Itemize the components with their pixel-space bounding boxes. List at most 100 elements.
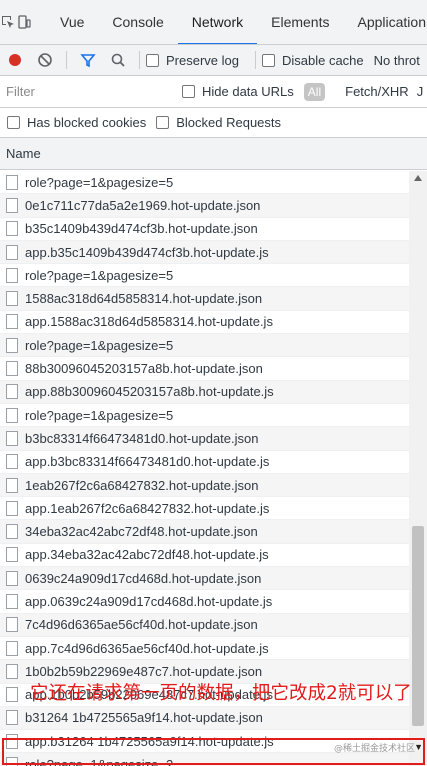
file-icon — [6, 663, 18, 679]
request-name: role?page=1&pagesize=5 — [25, 407, 174, 423]
has-blocked-cookies-checkbox[interactable]: Has blocked cookies — [7, 115, 146, 130]
watermark: @稀土掘金技术社区 — [333, 744, 415, 754]
filter-input[interactable] — [4, 80, 182, 103]
request-row[interactable]: app.88b30096045203157a8b.hot-update.js — [0, 380, 409, 404]
checkbox-box[interactable] — [156, 116, 170, 129]
request-list: role?page=1&pagesize=5 0e1c711c77da5a2e19… — [0, 171, 409, 766]
request-row[interactable]: b3bc83314f66473481d0.hot-update.json — [0, 427, 409, 451]
filter-js-button[interactable]: J — [417, 84, 424, 99]
request-name: b3bc83314f66473481d0.hot-update.json — [25, 430, 259, 446]
request-row[interactable]: 0e1c711c77da5a2e1969.hot-update.json — [0, 194, 409, 218]
clear-icon[interactable] — [30, 45, 60, 75]
request-row[interactable]: role?page=1&pagesize=5 — [0, 171, 409, 195]
disable-cache-checkbox[interactable]: Disable cache — [261, 53, 364, 68]
device-toolbar-icon[interactable] — [16, 0, 32, 44]
blocked-requests-checkbox[interactable]: Blocked Requests — [156, 115, 281, 130]
request-row[interactable]: app.1588ac318d64d5858314.hot-update.js — [0, 311, 409, 335]
request-row[interactable]: app.b35c1409b439d474cf3b.hot-update.js — [0, 240, 409, 265]
file-icon — [6, 407, 18, 423]
request-name: b35c1409b439d474cf3b.hot-update.json — [25, 221, 258, 237]
file-icon — [6, 617, 18, 633]
devtools-tab-bar: Vue Console Network Elements Application — [0, 0, 427, 45]
name-column-header[interactable]: Name — [0, 138, 427, 170]
request-name: role?page=1&pagesize=5 — [25, 174, 174, 190]
inspect-element-icon[interactable] — [0, 0, 16, 44]
tab-elements[interactable]: Elements — [257, 0, 343, 44]
scrollbar[interactable] — [409, 171, 427, 766]
request-row[interactable]: app.0639c24a909d17cd468d.hot-update.js — [0, 590, 409, 614]
file-icon — [6, 710, 18, 726]
request-row[interactable]: app.1eab267f2c6a68427832.hot-update.js — [0, 497, 409, 521]
filter-icon[interactable] — [73, 45, 103, 75]
file-icon — [6, 477, 18, 493]
file-icon — [6, 337, 18, 353]
filter-bar: Hide data URLs All Fetch/XHR J — [0, 76, 427, 108]
file-icon — [6, 267, 18, 283]
request-name: app.0639c24a909d17cd468d.hot-update.js — [25, 593, 273, 609]
file-icon — [6, 547, 18, 563]
divider — [139, 51, 140, 69]
throttling-select[interactable]: No throt — [374, 53, 420, 68]
tab-vue[interactable]: Vue — [46, 0, 98, 44]
request-row[interactable]: role?page=1&pagesize=5 — [0, 334, 409, 358]
file-icon — [6, 430, 18, 446]
filter-all-button[interactable]: All — [303, 82, 326, 101]
divider — [66, 51, 67, 69]
request-row[interactable]: 88b30096045203157a8b.hot-update.json — [0, 357, 409, 381]
request-row[interactable]: 0639c24a909d17cd468d.hot-update.json — [0, 567, 409, 591]
preserve-log-label: Preserve log — [166, 52, 239, 68]
request-row[interactable]: role?page=1&pagesize=5 — [0, 264, 409, 288]
request-name: 7c4d96d6365ae56cf40d.hot-update.json — [25, 617, 258, 633]
file-icon — [6, 197, 18, 213]
record-icon[interactable] — [0, 45, 30, 75]
request-row[interactable]: role?page=1&pagesize=5 — [0, 404, 409, 428]
request-name: app.1eab267f2c6a68427832.hot-update.js — [25, 500, 270, 516]
file-icon — [6, 640, 18, 656]
tab-application[interactable]: Application — [343, 0, 427, 44]
network-toolbar: Preserve log Disable cache No throt — [0, 45, 427, 76]
request-name: 88b30096045203157a8b.hot-update.json — [25, 361, 263, 377]
file-icon — [6, 524, 18, 540]
preserve-log-checkbox[interactable]: Preserve log — [146, 53, 239, 68]
checkbox-box[interactable] — [7, 116, 20, 129]
checkbox-box[interactable] — [146, 53, 159, 67]
request-row[interactable]: app.34eba32ac42abc72df48.hot-update.js — [0, 544, 409, 568]
request-row[interactable]: b35c1409b439d474cf3b.hot-update.json — [0, 218, 409, 241]
request-name: app.b35c1409b439d474cf3b.hot-update.js — [25, 244, 269, 260]
file-icon — [6, 570, 18, 586]
file-icon — [6, 687, 18, 703]
request-name: role?page=1&pagesize=5 — [25, 337, 174, 353]
checkbox-box[interactable] — [182, 85, 195, 98]
blocked-filter-bar: Has blocked cookies Blocked Requests — [0, 108, 427, 138]
request-name: role?page=1&pagesize=5 — [25, 267, 174, 283]
request-row[interactable]: 1b0b2b59b22969e487c7.hot-update.json — [0, 660, 409, 684]
request-name: 1b0b2b59b22969e487c7.hot-update.json — [25, 663, 263, 679]
request-row[interactable]: app.7c4d96d6365ae56cf40d.hot-update.js — [0, 637, 409, 661]
tab-network[interactable]: Network — [177, 0, 258, 44]
request-name: 34eba32ac42abc72df48.hot-update.json — [25, 524, 258, 540]
request-row[interactable]: 7c4d96d6365ae56cf40d.hot-update.json — [0, 613, 409, 637]
request-name: app.88b30096045203157a8b.hot-update.js — [25, 384, 274, 400]
file-icon — [6, 384, 18, 400]
file-icon — [6, 454, 18, 470]
request-row[interactable]: 1588ac318d64d5858314.hot-update.json — [0, 287, 409, 311]
search-icon[interactable] — [103, 45, 133, 75]
request-name: app.b3bc83314f66473481d0.hot-update.js — [25, 454, 270, 470]
hide-data-urls-checkbox[interactable]: Hide data URLs — [182, 84, 294, 99]
file-icon — [6, 221, 18, 237]
caret-down-icon: ▼ — [414, 742, 423, 752]
request-row[interactable]: 1eab267f2c6a68427832.hot-update.json — [0, 473, 409, 498]
request-name: b31264 1b4725565a9f14.hot-update.json — [25, 710, 263, 726]
request-row[interactable]: app.b3bc83314f66473481d0.hot-update.js — [0, 451, 409, 474]
request-row[interactable]: b31264 1b4725565a9f14.hot-update.json — [0, 706, 409, 731]
request-row[interactable]: 34eba32ac42abc72df48.hot-update.json — [0, 520, 409, 544]
tab-console[interactable]: Console — [98, 0, 177, 44]
checkbox-box[interactable] — [261, 53, 275, 67]
request-name: app.1588ac318d64d5858314.hot-update.js — [25, 314, 273, 330]
annotation-text: 它还在请求第一页的数据，把它改成2就可以了 — [30, 683, 412, 704]
file-icon — [6, 314, 18, 330]
filter-fetch-xhr-button[interactable]: Fetch/XHR — [345, 84, 409, 99]
request-name: 0e1c711c77da5a2e1969.hot-update.json — [25, 197, 261, 213]
scroll-up-arrow-icon[interactable] — [414, 175, 422, 181]
divider — [254, 51, 256, 69]
